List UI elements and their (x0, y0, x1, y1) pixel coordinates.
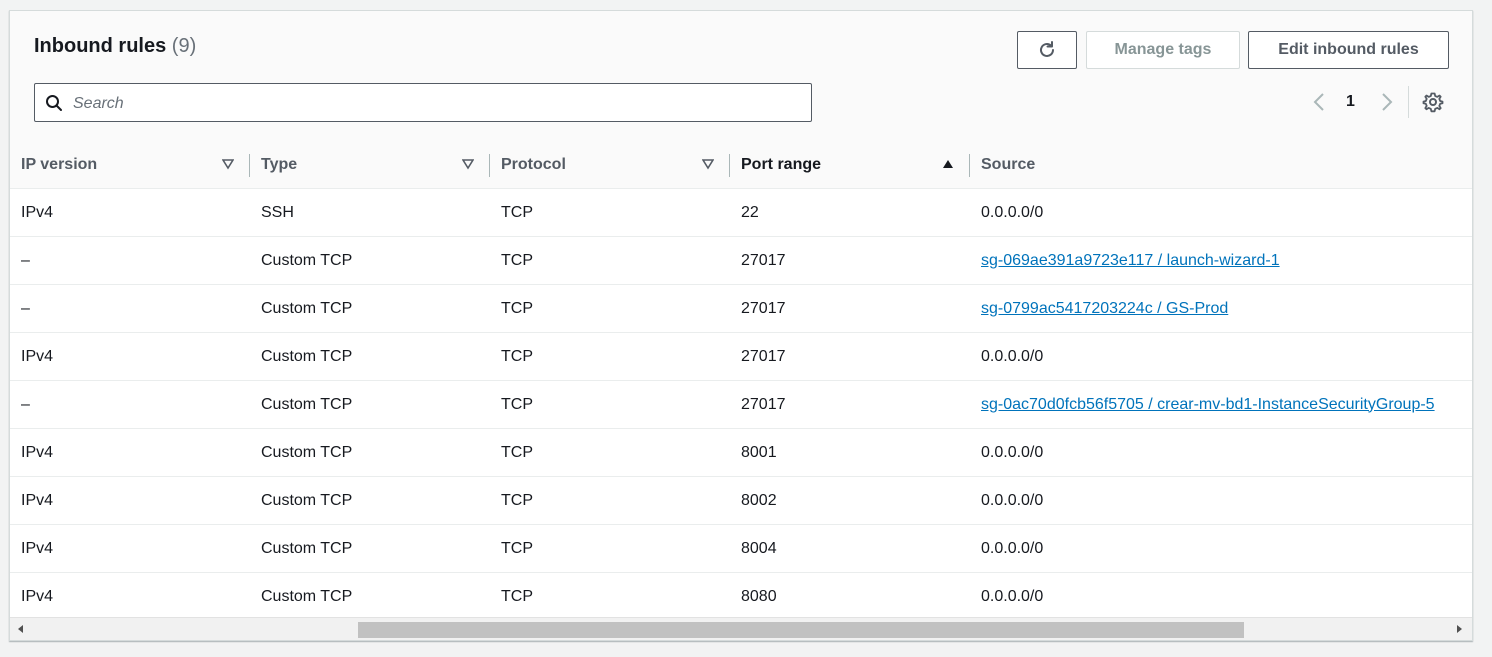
cell-source: 0.0.0.0/0 (970, 332, 1472, 381)
cell-type: Custom TCP (250, 380, 490, 429)
cell-protocol: TCP (501, 587, 533, 605)
horizontal-scrollbar[interactable] (10, 617, 1472, 640)
table-row: – Custom TCP TCP 27017 sg-0ac70d0fcb56f5… (10, 380, 1472, 429)
cell-port-range: 27017 (730, 380, 970, 429)
cell-protocol: TCP (490, 332, 730, 381)
cell-protocol: TCP (490, 380, 730, 429)
scroll-right-icon[interactable] (1454, 624, 1464, 634)
cell-type: Custom TCP (250, 428, 490, 477)
scroll-left-icon[interactable] (16, 624, 26, 634)
table-row: IPv4 Custom TCP TCP 8004 0.0.0.0/0 (10, 524, 1472, 573)
search-box[interactable] (34, 83, 812, 123)
table-row: – Custom TCP TCP 27017 sg-0799ac54172032… (10, 284, 1472, 333)
cell-source: 0.0.0.0/0 (970, 524, 1472, 573)
cell-source: 0.0.0.0/0 (970, 428, 1472, 477)
column-header-source[interactable]: Source (970, 142, 1472, 189)
cell-ip-version: IPv4 (21, 587, 54, 605)
cell-protocol: TCP (490, 284, 730, 333)
manage-tags-button[interactable]: Manage tags (1086, 31, 1240, 69)
rules-count: (9) (171, 35, 197, 57)
refresh-icon (1040, 41, 1054, 57)
cell-type: Custom TCP (250, 236, 490, 285)
sort-icon[interactable] (702, 158, 714, 170)
cell-port-range: 27017 (730, 332, 970, 381)
cell-port-range: 22 (730, 188, 970, 237)
current-page-number[interactable]: 1 (1346, 93, 1355, 115)
cell-source: 0.0.0.0/0 (970, 188, 1472, 237)
cell-port-range: 8004 (730, 524, 970, 573)
cell-protocol: TCP (490, 188, 730, 237)
cell-protocol: TCP (490, 524, 730, 573)
column-header-protocol[interactable]: Protocol (490, 142, 730, 189)
table-header-row: IP version Type Protocol Port range Sour… (10, 142, 1472, 189)
cell-type: Custom TCP (261, 587, 353, 605)
cell-port-range: 8002 (730, 476, 970, 525)
column-header-port-range[interactable]: Port range (730, 142, 970, 189)
cell-protocol: TCP (490, 476, 730, 525)
cell-port-range: 27017 (730, 236, 970, 285)
cell-ip-version: – (10, 236, 250, 285)
source-security-group-link[interactable]: sg-069ae391a9723e117 / launch-wizard-1 (981, 252, 1280, 269)
source-security-group-link[interactable]: sg-0ac70d0fcb56f5705 / crear-mv-bd1-Inst… (981, 396, 1435, 413)
cell-type: SSH (250, 188, 490, 237)
cell-ip-version: IPv4 (10, 332, 250, 381)
search-icon (46, 95, 62, 111)
settings-gear-icon[interactable] (1422, 91, 1444, 113)
table-row: IPv4 Custom TCP TCP 8002 0.0.0.0/0 (10, 476, 1472, 525)
sort-ascending-icon[interactable] (942, 158, 954, 170)
search-input[interactable] (71, 84, 795, 123)
column-header-type[interactable]: Type (250, 142, 490, 189)
scrollbar-thumb[interactable] (358, 622, 1244, 638)
inbound-rules-panel: Inbound rules (9) Manage tags Edit inbou… (9, 10, 1473, 641)
column-header-ip-version[interactable]: IP version (10, 142, 250, 189)
cell-source: sg-0ac70d0fcb56f5705 / crear-mv-bd1-Inst… (970, 380, 1472, 429)
source-security-group-link[interactable]: sg-0799ac5417203224c / GS-Prod (981, 300, 1228, 317)
table-row: IPv4 SSH TCP 22 0.0.0.0/0 (10, 188, 1472, 237)
table-row: IPv4 Custom TCP TCP 8001 0.0.0.0/0 (10, 428, 1472, 477)
cell-port-range: 8001 (730, 428, 970, 477)
pagination-divider (1408, 86, 1409, 118)
cell-source: sg-069ae391a9723e117 / launch-wizard-1 (970, 236, 1472, 285)
table-row: IPv4 Custom TCP TCP 8080 0.0.0.0/0 (10, 573, 1472, 621)
cell-source: 0.0.0.0/0 (970, 476, 1472, 525)
cell-ip-version: – (10, 380, 250, 429)
cell-type: Custom TCP (250, 284, 490, 333)
cell-port-range: 8080 (741, 587, 777, 605)
panel-title: Inbound rules (9) (34, 35, 197, 57)
inbound-rules-table: IP version Type Protocol Port range Sour… (10, 142, 1472, 621)
sort-icon[interactable] (222, 158, 234, 170)
cell-type: Custom TCP (250, 524, 490, 573)
table-row: – Custom TCP TCP 27017 sg-069ae391a9723e… (10, 236, 1472, 285)
cell-protocol: TCP (490, 428, 730, 477)
cell-source: sg-0799ac5417203224c / GS-Prod (970, 284, 1472, 333)
cell-ip-version: IPv4 (10, 476, 250, 525)
cell-ip-version: IPv4 (10, 188, 250, 237)
cell-type: Custom TCP (250, 476, 490, 525)
sort-icon[interactable] (462, 158, 474, 170)
cell-type: Custom TCP (250, 332, 490, 381)
refresh-button[interactable] (1017, 31, 1077, 69)
cell-ip-version: – (10, 284, 250, 333)
cell-port-range: 27017 (730, 284, 970, 333)
cell-ip-version: IPv4 (10, 428, 250, 477)
cell-protocol: TCP (490, 236, 730, 285)
previous-page-icon[interactable] (1310, 91, 1330, 113)
panel-header: Inbound rules (9) Manage tags Edit inbou… (10, 11, 1472, 143)
cell-ip-version: IPv4 (10, 524, 250, 573)
next-page-icon[interactable] (1376, 91, 1396, 113)
cell-source: 0.0.0.0/0 (981, 587, 1044, 605)
edit-inbound-rules-button[interactable]: Edit inbound rules (1248, 31, 1449, 69)
table-row: IPv4 Custom TCP TCP 27017 0.0.0.0/0 (10, 332, 1472, 381)
